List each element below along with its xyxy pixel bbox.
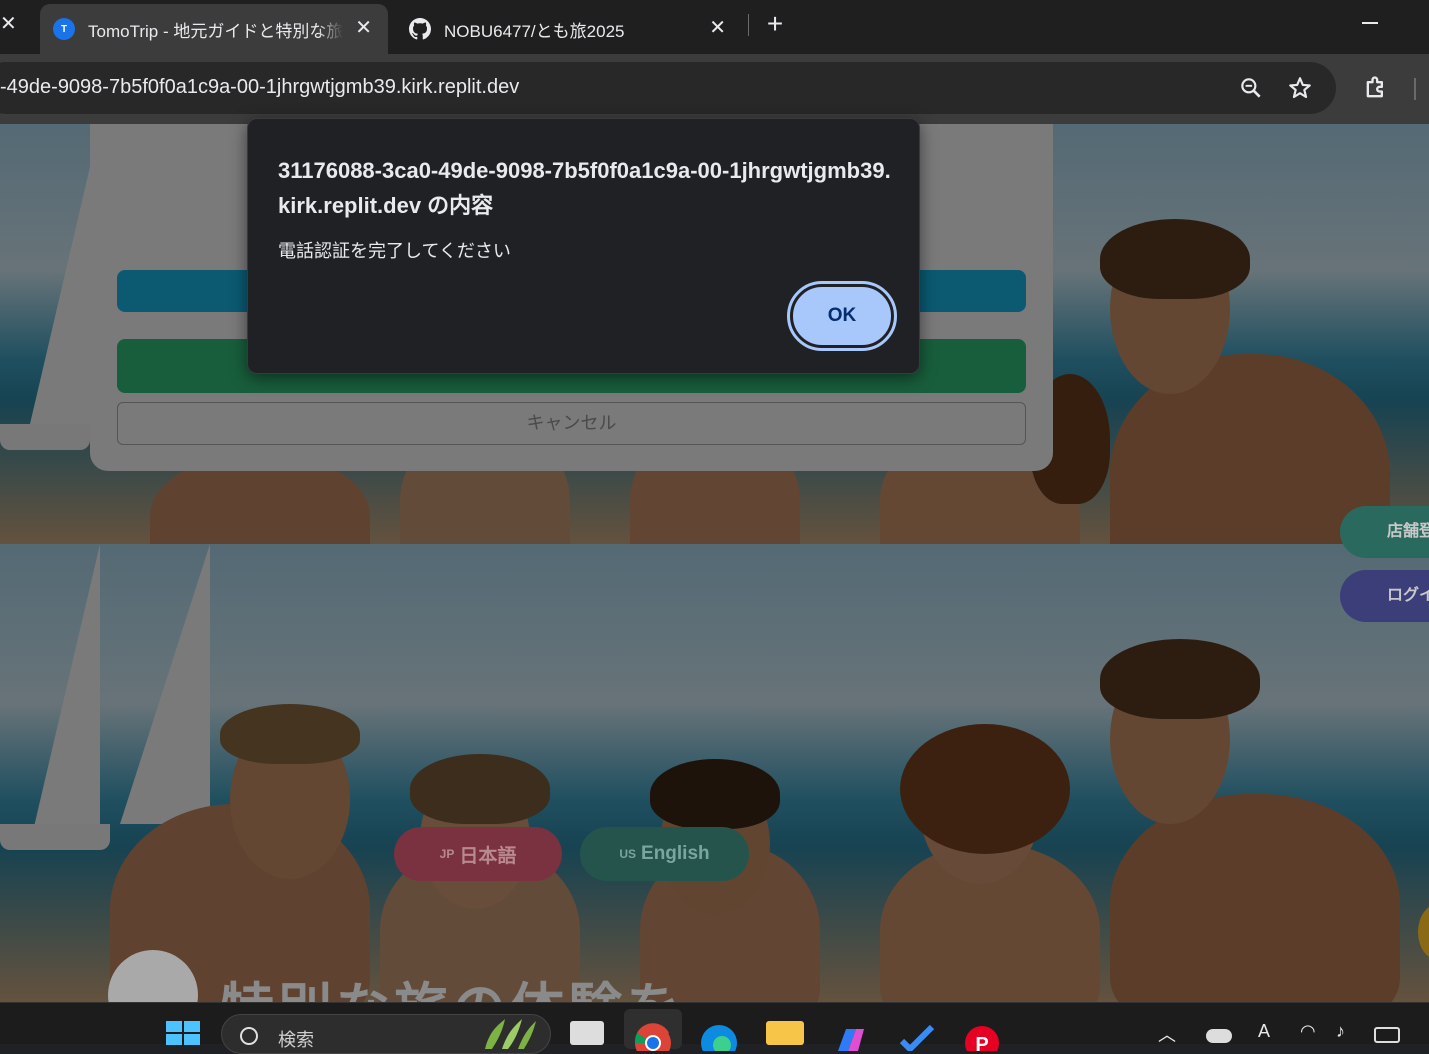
close-icon[interactable]: ✕	[0, 12, 17, 36]
hero-title: 特別な旅の体験を	[220, 964, 684, 1002]
task-view-icon[interactable]	[570, 1021, 604, 1045]
github-icon	[409, 18, 431, 40]
language-label: English	[641, 843, 710, 864]
search-icon	[240, 1027, 258, 1045]
language-japanese-button[interactable]: JP 日本語	[394, 827, 562, 881]
weather-cloud-icon[interactable]	[1206, 1029, 1232, 1043]
close-tab-icon[interactable]: ✕	[709, 16, 726, 40]
browser-toolbar: -49de-9098-7b5f0f0a1c9a-00-1jhrgwtjgmb39…	[0, 54, 1429, 124]
wifi-icon[interactable]: ◠	[1300, 1021, 1316, 1042]
todo-check-icon[interactable]	[898, 1021, 936, 1051]
close-tab-icon[interactable]: ✕	[355, 16, 372, 40]
language-label: 日本語	[459, 845, 517, 867]
tab-strip: ✕ T TomoTrip - 地元ガイドと特別な旅 ✕ NOBU6477/とも旅…	[0, 0, 1429, 54]
tray-chevron-up-icon[interactable]: ︿	[1158, 1021, 1176, 1047]
new-tab-icon[interactable]: +	[762, 10, 788, 38]
search-highlight-icon	[485, 1019, 536, 1049]
chrome-icon[interactable]	[634, 1021, 672, 1051]
zoom-icon[interactable]	[1238, 75, 1264, 101]
file-explorer-icon[interactable]	[766, 1021, 804, 1045]
ok-button[interactable]: OK	[787, 281, 897, 351]
tab-github[interactable]: NOBU6477/とも旅2025 ✕	[398, 4, 742, 54]
edge-icon[interactable]	[700, 1021, 738, 1051]
alert-message: 電話認証を完了してください	[278, 241, 511, 261]
tab-title: TomoTrip - 地元ガイドと特別な旅	[88, 21, 343, 41]
login-button[interactable]: ログイ	[1340, 570, 1429, 622]
language-english-button[interactable]: US English	[580, 827, 749, 881]
url-text[interactable]: -49de-9098-7b5f0f0a1c9a-00-1jhrgwtjgmb39…	[0, 76, 519, 99]
jp-flag-icon: JP	[439, 847, 455, 861]
tab-tomotrip[interactable]: T TomoTrip - 地元ガイドと特別な旅 ✕	[40, 4, 388, 54]
svg-text:P: P	[975, 1034, 988, 1051]
tomotrip-favicon-icon: T	[53, 18, 75, 40]
toolbar-divider	[1414, 78, 1416, 100]
us-flag-icon: US	[619, 847, 637, 861]
bookmark-star-icon[interactable]	[1287, 75, 1313, 101]
alert-title: 31176088-3ca0-49de-9098-7b5f0f0a1c9a-00-…	[278, 158, 891, 218]
taskbar-search-input[interactable]: 検索	[221, 1014, 551, 1054]
ime-indicator[interactable]: A	[1258, 1021, 1270, 1042]
alert-dialog: 31176088-3ca0-49de-9098-7b5f0f0a1c9a-00-…	[247, 118, 920, 374]
windows-taskbar: 検索 P ︿ A ◠ ♪	[0, 1002, 1429, 1054]
copilot-icon[interactable]	[832, 1021, 870, 1051]
volume-icon[interactable]: ♪	[1336, 1021, 1345, 1042]
address-bar[interactable]: -49de-9098-7b5f0f0a1c9a-00-1jhrgwtjgmb39…	[0, 62, 1336, 114]
extensions-icon[interactable]	[1362, 74, 1390, 102]
cancel-button[interactable]: キャンセル	[117, 402, 1026, 445]
minimize-icon[interactable]	[1362, 22, 1378, 24]
tab-title: NOBU6477/とも旅2025	[444, 21, 625, 41]
search-placeholder: 検索	[278, 1030, 314, 1050]
store-registration-button[interactable]: 店舗登	[1340, 506, 1429, 558]
battery-icon[interactable]	[1374, 1027, 1400, 1043]
pinterest-icon[interactable]: P	[964, 1021, 1000, 1051]
windows-start-icon[interactable]	[166, 1021, 200, 1045]
tab-divider	[748, 14, 749, 36]
